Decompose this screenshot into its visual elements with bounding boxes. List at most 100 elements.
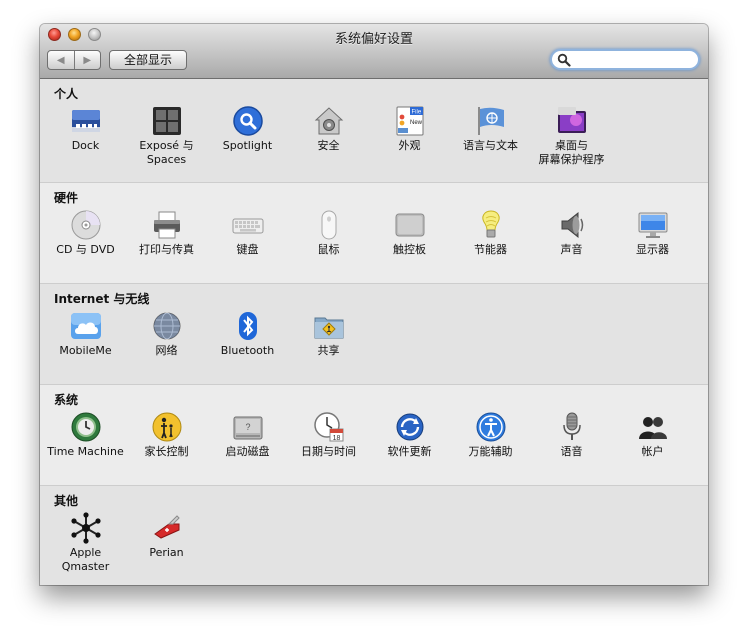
- back-button[interactable]: ◀: [48, 51, 74, 69]
- pref-pane-label: 节能器: [474, 243, 507, 256]
- pref-pane-label: Dock: [71, 139, 100, 152]
- bluetooth-icon: [238, 312, 257, 340]
- pref-pane-label: Exposé 与: [139, 139, 194, 152]
- pref-pane-un-flag[interactable]: 语言与文本: [450, 105, 531, 153]
- pref-pane-label: 启动磁盘: [225, 445, 270, 458]
- pref-pane-label: 帐户: [641, 445, 664, 458]
- printer-icon: [153, 211, 180, 239]
- magnifier-icon: [557, 53, 571, 67]
- pref-pane-label: MobileMe: [59, 344, 112, 357]
- pref-pane-label: 软件更新: [387, 445, 432, 458]
- pref-pane-sharing-folder[interactable]: 共享: [288, 310, 369, 358]
- pref-pane-qmaster[interactable]: Apple Qmaster: [45, 512, 126, 574]
- section-title: Internet 与无线: [54, 292, 150, 306]
- pref-pane-label: 万能辅助: [468, 445, 513, 458]
- clock-calendar-icon: 18: [313, 412, 343, 442]
- accessibility-icon: [476, 412, 505, 442]
- show-all-button[interactable]: 全部显示: [109, 50, 187, 70]
- pref-pane-accessibility[interactable]: 万能辅助: [450, 411, 531, 459]
- pref-pane-time-machine[interactable]: Time Machine: [45, 411, 126, 459]
- pref-pane-accounts[interactable]: 帐户: [612, 411, 693, 459]
- display-icon: [638, 212, 667, 238]
- window-title: 系统偏好设置: [334, 32, 413, 47]
- globe-icon: [153, 312, 180, 340]
- section-title: 个人: [54, 87, 79, 101]
- pref-pane-printer[interactable]: 打印与传真: [126, 209, 207, 257]
- pref-pane-label: Spaces: [146, 153, 187, 166]
- pref-pane-label: Perian: [149, 546, 184, 559]
- microphone-icon: [562, 412, 581, 440]
- time-machine-icon: [71, 412, 100, 442]
- pref-pane-label: 触控板: [393, 243, 426, 256]
- pref-pane-bluetooth[interactable]: Bluetooth: [207, 310, 288, 358]
- un-flag-icon: [477, 107, 504, 135]
- accounts-icon: [638, 417, 667, 439]
- section-title: 其他: [54, 494, 79, 508]
- pref-pane-label: 屏幕保护程序: [538, 153, 605, 166]
- pref-pane-cloud[interactable]: MobileMe: [45, 310, 126, 358]
- pref-pane-label: 显示器: [636, 243, 669, 256]
- navigation-buttons: ◀ ▶: [47, 50, 101, 70]
- pref-pane-label: Qmaster: [61, 560, 110, 573]
- cloud-icon: [70, 313, 101, 339]
- keyboard-icon: [232, 218, 263, 234]
- pref-pane-display[interactable]: 显示器: [612, 209, 693, 257]
- section-personal: 个人 Dock Exposé 与 Spaces Spotlight 安全 File New 外…: [40, 79, 708, 182]
- pref-pane-label: 声音: [560, 243, 583, 256]
- pref-pane-label: 键盘: [236, 243, 259, 256]
- svg-text:File: File: [411, 110, 421, 116]
- pref-pane-label: 网络: [155, 344, 178, 357]
- pref-pane-dock[interactable]: Dock: [45, 105, 126, 153]
- software-update-icon: [396, 413, 423, 441]
- pref-pane-mouse[interactable]: 鼠标: [288, 209, 369, 257]
- pref-pane-label: 共享: [317, 344, 340, 357]
- pref-pane-trackpad[interactable]: 触控板: [369, 209, 450, 257]
- trackpad-icon: [395, 213, 424, 237]
- pref-pane-energy-bulb[interactable]: 节能器: [450, 209, 531, 257]
- sharing-folder-icon: [314, 317, 343, 339]
- pref-pane-clock-calendar[interactable]: 18 日期与时间: [288, 411, 369, 459]
- section-other: 其他 Apple Qmaster Perian: [40, 485, 708, 585]
- spotlight-icon: [232, 106, 263, 136]
- pref-pane-label: 语言与文本: [463, 139, 518, 152]
- search-field[interactable]: [550, 49, 700, 70]
- pref-pane-software-update[interactable]: 软件更新: [369, 411, 450, 459]
- pref-pane-label: 安全: [317, 139, 340, 152]
- pref-pane-label: 打印与传真: [139, 243, 194, 256]
- pref-pane-expose-spaces[interactable]: Exposé 与 Spaces: [126, 105, 207, 167]
- pref-pane-security-house[interactable]: 安全: [288, 105, 369, 153]
- pref-pane-label: CD 与 DVD: [56, 243, 115, 256]
- pref-pane-microphone[interactable]: 语音: [531, 411, 612, 459]
- pref-pane-speaker[interactable]: 声音: [531, 209, 612, 257]
- pref-pane-label: 家长控制: [144, 445, 189, 458]
- svg-text:18: 18: [332, 435, 340, 442]
- security-house-icon: [314, 107, 343, 135]
- dock-icon: [71, 110, 100, 132]
- cd-dvd-icon: [71, 210, 100, 240]
- pref-pane-desktop-screensaver[interactable]: 桌面与 屏幕保护程序: [531, 105, 612, 167]
- pref-pane-spotlight[interactable]: Spotlight: [207, 105, 288, 153]
- pref-pane-appearance[interactable]: File New 外观: [369, 105, 450, 153]
- pref-pane-label: 日期与时间: [301, 445, 356, 458]
- pref-pane-perian-knife[interactable]: Perian: [126, 512, 207, 560]
- pref-pane-label: 鼠标: [317, 243, 340, 256]
- appearance-icon: File New: [396, 106, 423, 136]
- energy-bulb-icon: [481, 210, 500, 238]
- pref-pane-keyboard[interactable]: 键盘: [207, 209, 288, 257]
- pref-pane-globe[interactable]: 网络: [126, 310, 207, 358]
- section-title: 系统: [54, 393, 79, 407]
- mouse-icon: [321, 210, 336, 240]
- pref-pane-hard-disk[interactable]: ? 启动磁盘: [207, 411, 288, 459]
- hard-disk-icon: ?: [233, 416, 262, 440]
- section-title: 硬件: [54, 191, 79, 205]
- desktop-screensaver-icon: [557, 107, 586, 133]
- svg-text:New: New: [410, 120, 423, 126]
- pref-pane-label: Apple: [69, 546, 102, 559]
- toolbar: 系统偏好设置 ◀ ▶ 全部显示: [40, 24, 708, 79]
- pref-pane-cd-dvd[interactable]: CD 与 DVD: [45, 209, 126, 257]
- section-internet: Internet 与无线 MobileMe 网络 Bluetooth 共享: [40, 283, 708, 384]
- pref-pane-label: 桌面与: [555, 139, 588, 152]
- forward-button[interactable]: ▶: [73, 51, 101, 69]
- pref-pane-label: Spotlight: [222, 139, 273, 152]
- pref-pane-parental-controls[interactable]: 家长控制: [126, 411, 207, 459]
